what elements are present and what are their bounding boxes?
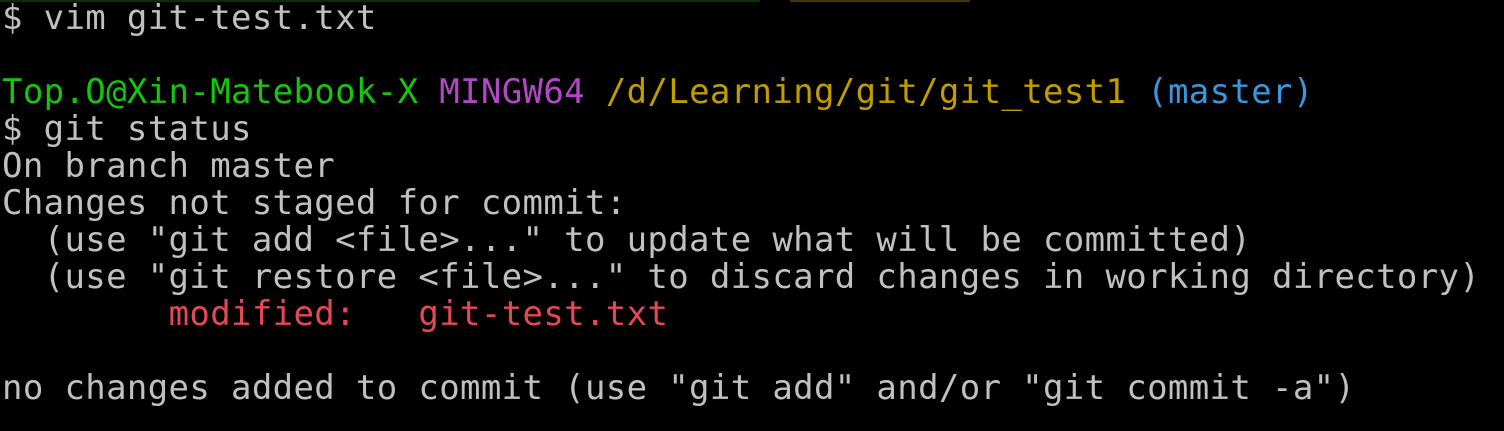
modified-label: modified: bbox=[168, 294, 356, 334]
working-directory: /d/Learning/git/git_test1 bbox=[605, 72, 1127, 112]
branch-status-line: On branch master bbox=[2, 146, 336, 186]
prompt-header: Top.O@Xin-Matebook-X MINGW64 /d/Learning… bbox=[2, 74, 1480, 111]
changes-header-line: Changes not staged for commit: bbox=[2, 183, 627, 223]
command-line-git-status: $ git status bbox=[2, 111, 1480, 148]
prompt-symbol: $ bbox=[2, 109, 44, 149]
command-line-vim: $ vim git-test.txt bbox=[2, 0, 1480, 37]
prompt-symbol: $ bbox=[2, 0, 44, 38]
terminal-output: $ vim git-test.txt Top.O@Xin-Matebook-X … bbox=[2, 0, 1480, 407]
terminal-window[interactable]: $ vim git-test.txt Top.O@Xin-Matebook-X … bbox=[0, 0, 1504, 431]
command-text: vim git-test.txt bbox=[43, 0, 377, 38]
hint-add-line: (use "git add <file>..." to update what … bbox=[2, 220, 1252, 260]
command-text: git status bbox=[43, 109, 252, 149]
modified-filename: git-test.txt bbox=[418, 294, 669, 334]
hint-restore-line: (use "git restore <file>..." to discard … bbox=[2, 257, 1481, 297]
user-host: Top.O@Xin-Matebook-X bbox=[2, 72, 419, 112]
git-branch: (master) bbox=[1147, 72, 1314, 112]
footer-line: no changes added to commit (use "git add… bbox=[2, 368, 1356, 408]
modified-file-line: modified: git-test.txt bbox=[2, 296, 1480, 333]
msystem-label: MINGW64 bbox=[439, 72, 585, 112]
